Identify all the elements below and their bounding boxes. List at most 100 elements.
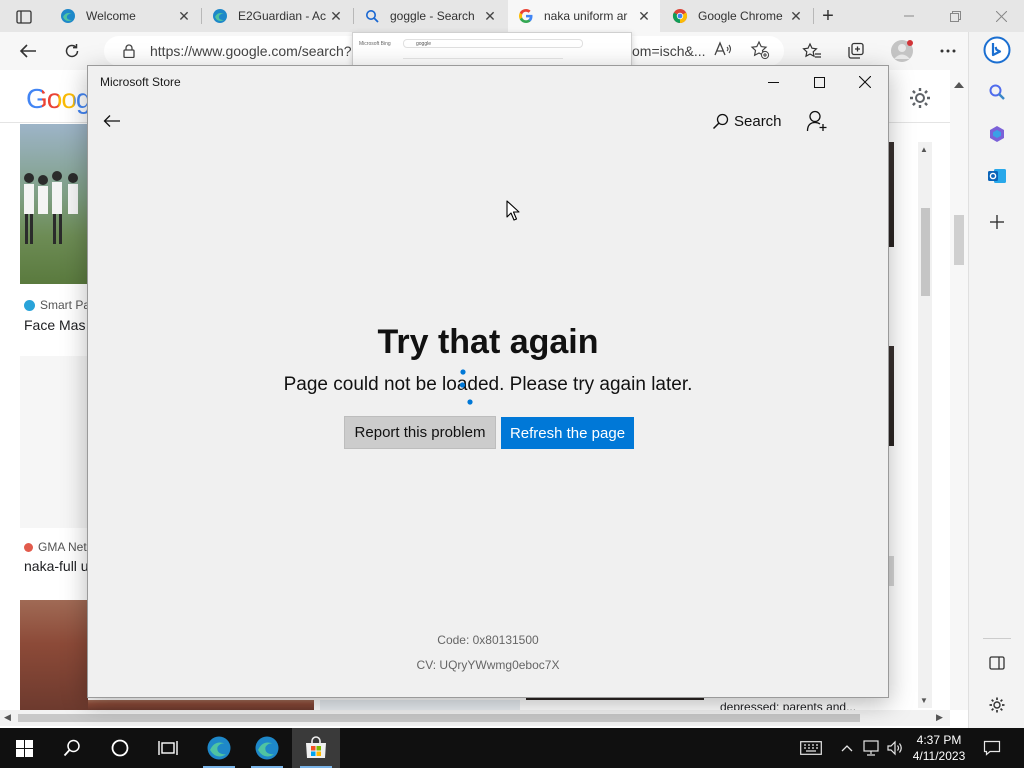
tab-welcome[interactable]: Welcome ✕ <box>50 0 200 32</box>
close-tab-icon[interactable]: ✕ <box>634 6 654 26</box>
preview-logo-text: Microsoft Bing <box>359 41 391 47</box>
search-label: Search <box>734 112 782 130</box>
refresh-page-button[interactable]: Refresh the page <box>501 417 634 449</box>
source-favicon-icon <box>24 542 33 552</box>
volume-icon[interactable] <box>884 728 906 768</box>
image-result-thumbnail[interactable] <box>20 356 88 528</box>
scroll-up-arrow-icon[interactable] <box>954 76 964 88</box>
edge-icon <box>60 8 76 24</box>
close-tab-icon[interactable]: ✕ <box>786 6 806 26</box>
error-code: Code: 0x80131500 <box>437 633 539 647</box>
image-result-thumbnail[interactable] <box>320 700 520 710</box>
mouse-cursor-icon <box>506 200 520 221</box>
minimize-icon[interactable] <box>886 0 932 32</box>
sidebar-divider <box>983 638 1011 639</box>
close-tab-icon[interactable]: ✕ <box>480 6 500 26</box>
url-text: https://www.google.com/search?c <box>150 43 359 59</box>
microsoft-store-taskbar-icon[interactable] <box>292 728 340 768</box>
tab-google-chrome[interactable]: Google Chrome ✕ <box>662 0 812 32</box>
tab-label: naka uniform ar <box>544 9 628 23</box>
tab-actions-icon[interactable] <box>10 7 38 27</box>
search-icon[interactable] <box>983 78 1011 106</box>
cortana-icon[interactable] <box>96 728 144 768</box>
task-view-icon[interactable] <box>144 728 192 768</box>
scroll-down-arrow-icon[interactable]: ▼ <box>920 696 928 705</box>
scrollbar-thumb[interactable] <box>18 714 860 722</box>
chrome-icon <box>672 8 688 24</box>
edge-taskbar-icon[interactable] <box>195 728 243 768</box>
browser-tab-bar: Welcome ✕ E2Guardian - Ac ✕ goggle - Sea… <box>0 0 1024 32</box>
hide-sidebar-icon[interactable] <box>983 649 1011 677</box>
page-horizontal-scrollbar[interactable]: ◀ ▶ <box>0 710 950 726</box>
tab-label: E2Guardian - Ac <box>238 9 326 23</box>
network-icon[interactable] <box>860 728 882 768</box>
edge-icon <box>212 8 228 24</box>
image-caption[interactable]: Face Mas <box>24 317 85 333</box>
bing-chat-icon[interactable] <box>983 36 1011 64</box>
url-text-tail: om=isch&... <box>632 43 706 59</box>
image-caption[interactable]: naka-full u <box>24 558 89 574</box>
show-hidden-icons-chevron-up-icon[interactable] <box>838 728 856 768</box>
tab-label: Google Chrome <box>698 9 783 23</box>
image-source: GMA Net <box>24 540 87 554</box>
gear-icon[interactable] <box>908 86 932 110</box>
correlation-vector: CV: UQryYWwmg0eboc7X <box>416 658 560 672</box>
start-windows-icon[interactable] <box>0 728 48 768</box>
add-sidebar-app-icon[interactable] <box>983 208 1011 236</box>
collections-icon[interactable] <box>842 37 870 65</box>
account-icon[interactable] <box>804 108 830 134</box>
close-tab-icon[interactable]: ✕ <box>174 6 194 26</box>
more-options-icon[interactable] <box>934 37 962 65</box>
tab-label: Welcome <box>86 9 136 23</box>
image-caption[interactable]: depressed: parents and... <box>720 700 856 710</box>
preview-search-box: goggle <box>403 39 583 48</box>
maximize-icon[interactable] <box>796 66 842 98</box>
profile-avatar-icon[interactable] <box>888 37 916 65</box>
office-icon[interactable] <box>983 120 1011 148</box>
tab-goggle-search[interactable]: goggle - Search ✕ <box>354 0 506 32</box>
results-scrollbar[interactable]: ▲ ▼ <box>918 142 932 708</box>
image-source-name: GMA Net <box>38 540 87 554</box>
settings-gear-icon[interactable] <box>983 691 1011 719</box>
scrollbar-thumb[interactable] <box>921 208 930 296</box>
taskbar-clock[interactable]: 4:37 PM 4/11/2023 <box>908 732 970 764</box>
read-aloud-icon[interactable] <box>714 41 732 60</box>
google-logo[interactable]: Goog <box>26 83 91 115</box>
loading-spinner-icon <box>460 369 473 405</box>
close-window-icon[interactable] <box>978 0 1024 32</box>
close-window-icon[interactable] <box>842 66 888 98</box>
minimize-icon[interactable] <box>750 66 796 98</box>
favorites-icon[interactable] <box>798 37 826 65</box>
image-result-thumbnail[interactable] <box>88 700 314 710</box>
outlook-icon[interactable] <box>983 162 1011 190</box>
scroll-up-arrow-icon[interactable]: ▲ <box>920 145 928 154</box>
clock-time: 4:37 PM <box>916 733 962 747</box>
scroll-left-arrow-icon[interactable]: ◀ <box>4 712 11 723</box>
edge-taskbar-icon-2[interactable] <box>243 728 291 768</box>
add-favorite-icon[interactable] <box>750 40 770 63</box>
new-tab-icon[interactable]: + <box>816 4 840 28</box>
image-result-thumbnail[interactable] <box>20 124 88 284</box>
window-title: Microsoft Store <box>100 75 181 89</box>
report-problem-button[interactable]: Report this problem <box>344 416 496 449</box>
restore-icon[interactable] <box>932 0 978 32</box>
search-button[interactable]: Search <box>710 109 782 133</box>
page-vertical-scrollbar[interactable] <box>950 70 968 710</box>
source-favicon-icon <box>24 299 35 311</box>
image-result-thumbnail[interactable] <box>20 600 88 710</box>
tab-naka-uniform[interactable]: naka uniform ar ✕ <box>508 0 660 32</box>
tab-e2guardian[interactable]: E2Guardian - Ac ✕ <box>202 0 352 32</box>
search-icon[interactable] <box>48 728 96 768</box>
notifications-icon[interactable] <box>978 728 1006 768</box>
windows-taskbar: 4:37 PM 4/11/2023 <box>0 728 1024 768</box>
lock-icon[interactable] <box>114 44 144 58</box>
refresh-icon[interactable] <box>58 37 86 65</box>
scroll-right-arrow-icon[interactable]: ▶ <box>936 712 943 723</box>
scrollbar-thumb[interactable] <box>954 215 964 265</box>
back-arrow-icon[interactable] <box>14 37 42 65</box>
back-arrow-icon[interactable] <box>100 109 124 133</box>
search-icon <box>364 8 380 24</box>
error-heading: Try that again <box>377 323 599 361</box>
input-keyboard-icon[interactable] <box>796 728 826 768</box>
close-tab-icon[interactable]: ✕ <box>326 6 346 26</box>
